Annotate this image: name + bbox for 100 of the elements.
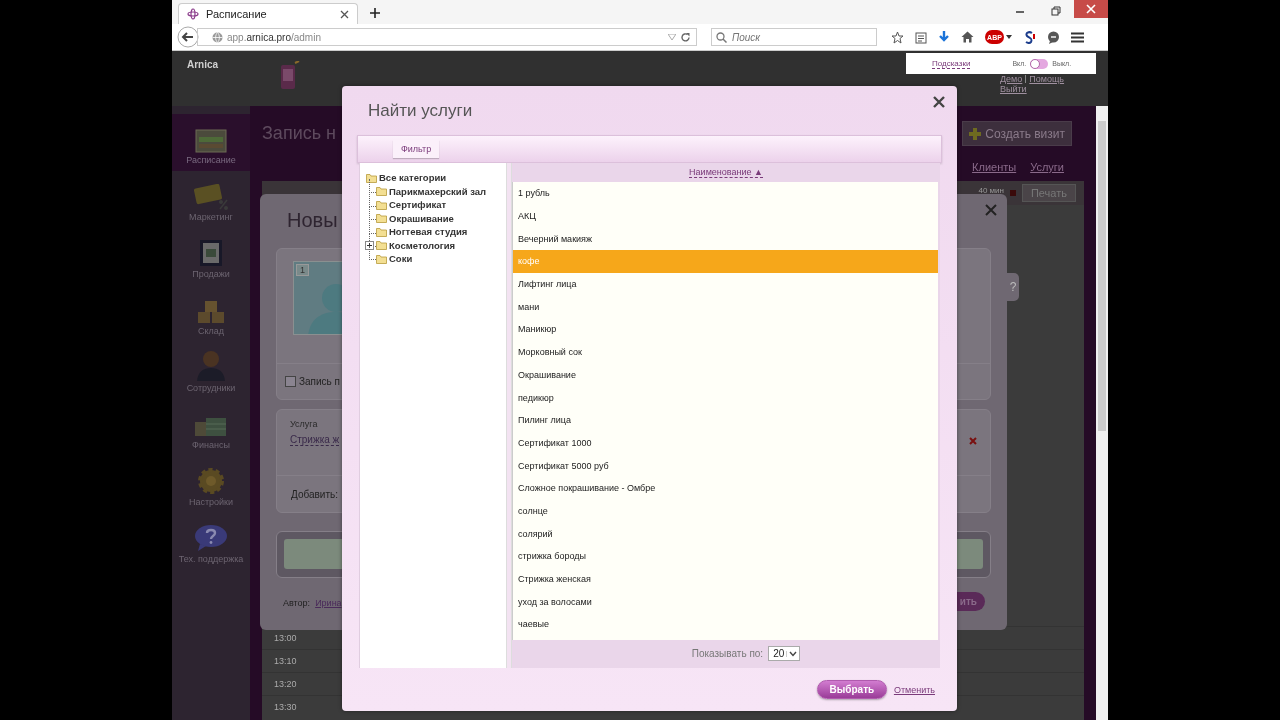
address-field[interactable]: app.arnica.pro/admin — [197, 28, 697, 46]
service-row[interactable]: Окрашивание — [513, 363, 938, 387]
tree-item[interactable]: Все категории — [366, 171, 506, 185]
filter-button[interactable]: Фильтр — [393, 140, 440, 158]
close-window-button[interactable] — [1074, 0, 1108, 18]
back-icon[interactable] — [177, 26, 199, 48]
service-row[interactable]: мани — [513, 295, 938, 319]
expand-icon[interactable] — [365, 240, 374, 250]
service-row[interactable]: педикюр — [513, 386, 938, 409]
logout-link[interactable]: Выйти — [1000, 84, 1065, 94]
extension-icon[interactable] — [1023, 30, 1036, 44]
nav-link[interactable]: Клиенты — [972, 161, 1017, 181]
hints-toggle[interactable] — [1030, 58, 1049, 69]
caret-icon — [1006, 35, 1012, 39]
time-label: 13:30 — [274, 702, 297, 712]
folder-icon — [376, 226, 387, 237]
card-icon — [193, 184, 229, 210]
clipboard-icon — [199, 237, 223, 267]
home-icon[interactable] — [961, 31, 974, 43]
scrollbar[interactable] — [1096, 106, 1108, 720]
service-row[interactable]: 1 рубль — [513, 182, 938, 205]
service-row[interactable]: солярий — [513, 522, 938, 545]
caret-icon — [786, 650, 798, 657]
phone-icon — [279, 61, 301, 91]
folder-icon — [366, 172, 377, 183]
demo-link[interactable]: Демо — [1000, 74, 1023, 84]
duration-label: 40 мин — [978, 185, 1004, 195]
service-label: Услуга — [290, 419, 318, 429]
checkbox-label: Запись п — [299, 376, 340, 387]
clipboard-icon[interactable] — [915, 30, 927, 44]
tree-item[interactable]: Сертификат — [376, 198, 447, 212]
service-row[interactable]: Сертификат 5000 руб — [513, 454, 938, 477]
time-label: 13:10 — [274, 656, 297, 666]
close-icon[interactable] — [340, 9, 349, 19]
delete-icon[interactable] — [969, 437, 977, 445]
checkbox[interactable] — [285, 376, 296, 387]
browser-tab[interactable]: Расписание — [178, 3, 358, 24]
help-icon — [194, 524, 228, 552]
folder-icon — [376, 213, 387, 224]
tree-item[interactable]: Косметология — [376, 238, 456, 252]
tree-item[interactable]: Парикмахерский зал — [376, 184, 487, 198]
splitter-handle[interactable] — [506, 163, 512, 668]
author-label: Автор: — [283, 598, 311, 608]
boxes-icon — [196, 298, 226, 324]
close-icon[interactable] — [933, 96, 945, 108]
select-button[interactable]: Выбрать — [816, 680, 887, 699]
new-tab-icon[interactable] — [370, 8, 380, 18]
close-icon — [1086, 4, 1096, 14]
folder-icon — [376, 253, 387, 264]
service-row[interactable]: Сложное покрашивание - Омбре — [513, 476, 938, 500]
gear-icon — [197, 467, 225, 495]
service-row[interactable]: Пилинг лица — [513, 408, 938, 432]
service-row[interactable]: солнце — [513, 499, 938, 523]
hints-link[interactable]: Подсказки — [932, 58, 971, 69]
tree-item[interactable]: Ногтевая студия — [376, 225, 468, 239]
page-size-select[interactable]: 20 — [768, 646, 801, 662]
column-header[interactable]: Наименование ▲ — [689, 167, 763, 178]
time-label: 13:20 — [274, 679, 297, 689]
service-row[interactable]: АКЦ — [513, 204, 938, 228]
person-icon — [196, 349, 226, 381]
download-icon[interactable] — [938, 30, 950, 44]
photo-number: 1 — [296, 264, 309, 276]
chat-icon[interactable] — [1047, 30, 1060, 44]
money-icon — [194, 416, 228, 438]
cancel-link[interactable]: Отменить — [893, 684, 935, 695]
help-link[interactable]: Помощь — [1029, 74, 1065, 84]
tree-item[interactable]: Окрашивание — [376, 211, 454, 225]
service-row[interactable]: Морковный сок — [513, 340, 938, 364]
add-label: Добавить: — [291, 488, 338, 500]
service-row[interactable]: Стрижка женская — [513, 567, 938, 591]
page-title: Запись н — [262, 123, 336, 144]
nav-link[interactable]: Услуги — [1030, 161, 1064, 181]
nav-item[interactable]: Расписание — [172, 114, 250, 171]
service-row[interactable]: Сертификат 1000 — [513, 431, 938, 455]
close-icon[interactable] — [985, 204, 997, 216]
search-field[interactable]: Поиск — [711, 28, 877, 46]
time-label: 13:00 — [274, 633, 297, 643]
folder-icon — [376, 240, 387, 251]
color-square-icon — [1009, 190, 1016, 196]
service-row[interactable]: Лифтинг лица — [513, 272, 938, 296]
menu-icon[interactable] — [1071, 31, 1084, 43]
service-row[interactable]: стрижка бороды — [513, 545, 938, 568]
dialog-title: Найти услуги — [368, 100, 473, 121]
restore-icon[interactable] — [1051, 6, 1061, 16]
service-row[interactable]: уход за волосами — [513, 590, 938, 614]
calendar-icon — [195, 129, 227, 153]
star-icon[interactable] — [891, 30, 904, 44]
dialog-title: Новы — [287, 209, 338, 232]
service-row[interactable]: чаевые — [513, 613, 938, 636]
tab-title: Расписание — [206, 8, 268, 20]
page-size-label: Показывать по: — [691, 648, 764, 660]
brand-label: Arnica — [187, 59, 220, 70]
tree-item[interactable]: Соки — [376, 252, 413, 266]
folder-icon — [376, 199, 387, 210]
service-row[interactable]: Маникюр — [513, 318, 938, 341]
plus-icon — [969, 127, 982, 140]
folder-icon — [376, 186, 387, 197]
globe-icon — [212, 31, 223, 43]
service-row[interactable]: Вечерний макияж — [513, 227, 938, 251]
reload-icon[interactable] — [680, 31, 691, 43]
